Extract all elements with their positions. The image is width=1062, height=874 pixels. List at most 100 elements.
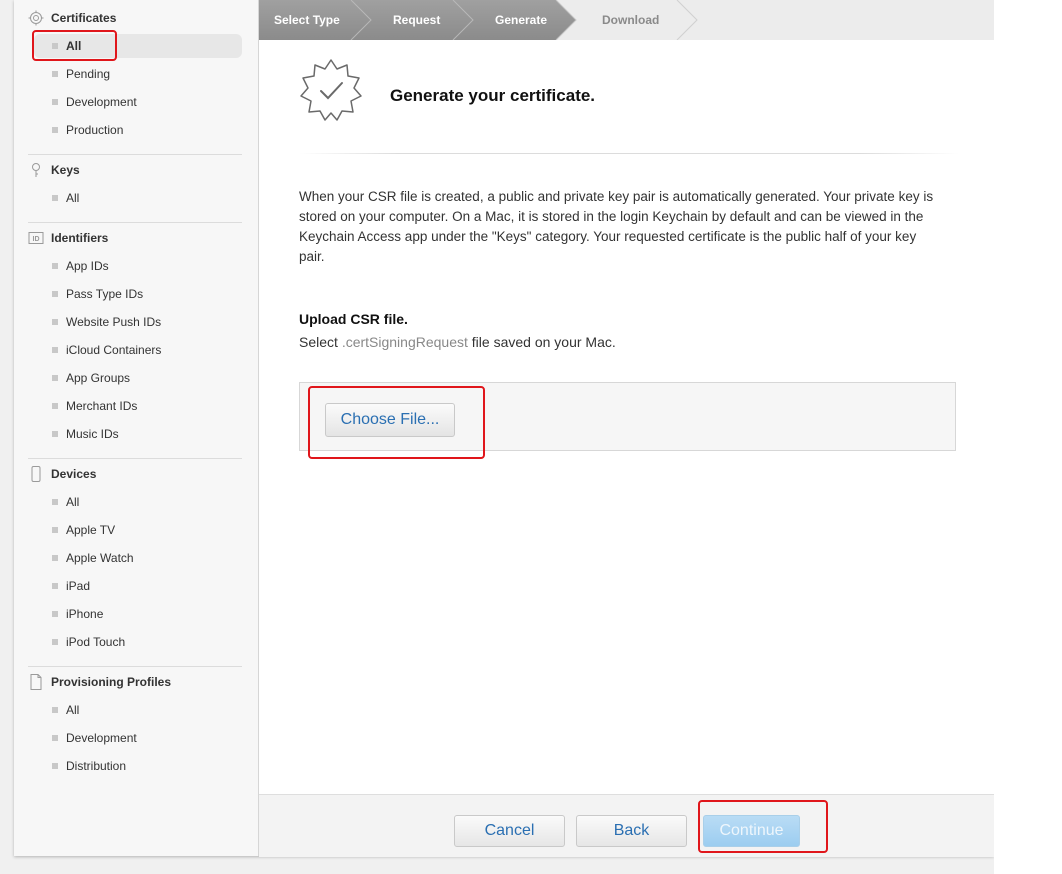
sidebar-item-label: Apple Watch: [66, 551, 134, 565]
sidebar-item-label: Website Push IDs: [66, 315, 162, 329]
section-title: Devices: [51, 467, 97, 481]
page-background: [994, 0, 1062, 874]
bullet-icon: [52, 611, 58, 617]
bullet-icon: [52, 195, 58, 201]
footer-bar: Cancel Back Continue: [259, 794, 994, 857]
back-button[interactable]: Back: [576, 815, 687, 847]
section-devices: Devices: [28, 464, 96, 484]
sidebar-item-ipad[interactable]: iPad: [34, 574, 242, 598]
sidebar-item-label: App IDs: [66, 259, 109, 273]
certificate-gear-icon: [28, 10, 44, 26]
sidebar-item-icloud-containers[interactable]: iCloud Containers: [34, 338, 242, 362]
sidebar-item-music-ids[interactable]: Music IDs: [34, 422, 242, 446]
section-title: Provisioning Profiles: [51, 675, 172, 689]
sidebar-item-profiles-all[interactable]: All: [34, 698, 242, 722]
step-request: Request: [393, 13, 441, 27]
bullet-icon: [52, 707, 58, 713]
section-divider: [28, 154, 242, 155]
sidebar-item-label: iPad: [66, 579, 91, 593]
page-title: Generate your certificate.: [390, 86, 596, 105]
bullet-icon: [52, 71, 58, 77]
section-divider: [28, 222, 242, 223]
bullet-icon: [52, 375, 58, 381]
section-title: Identifiers: [51, 231, 109, 245]
sidebar-item-profiles-distribution[interactable]: Distribution: [34, 754, 242, 778]
bullet-icon: [52, 555, 58, 561]
content-area: Generate your certificate. When your CSR…: [259, 40, 994, 794]
choose-file-button[interactable]: Choose File...: [325, 403, 455, 437]
sidebar-item-profiles-development[interactable]: Development: [34, 726, 242, 750]
description-text: When your CSR file is created, a public …: [299, 189, 934, 264]
sidebar-item-label: Apple TV: [66, 523, 116, 537]
bullet-icon: [52, 127, 58, 133]
sidebar-item-app-ids[interactable]: App IDs: [34, 254, 242, 278]
sidebar-item-app-groups[interactable]: App Groups: [34, 366, 242, 390]
bullet-icon: [52, 763, 58, 769]
sidebar-item-keys-all[interactable]: All: [34, 186, 242, 210]
sidebar-item-label: iPhone: [66, 607, 104, 621]
cancel-button[interactable]: Cancel: [454, 815, 565, 847]
section-certificates: Certificates: [28, 8, 116, 28]
upload-title: Upload CSR file.: [299, 311, 408, 327]
bullet-icon: [52, 639, 58, 645]
bullet-icon: [52, 735, 58, 741]
bullet-icon: [52, 527, 58, 533]
svg-text:ID: ID: [33, 236, 40, 243]
section-divider: [28, 666, 242, 667]
sidebar-item-certificates-all[interactable]: All: [34, 34, 242, 58]
sidebar-item-apple-watch[interactable]: Apple Watch: [34, 546, 242, 570]
sidebar-item-label: iCloud Containers: [66, 343, 162, 357]
bullet-icon: [52, 263, 58, 269]
upload-instructions: Select .certSigningRequest file saved on…: [299, 334, 616, 350]
sidebar-item-certificates-pending[interactable]: Pending: [34, 62, 242, 86]
section-title: Keys: [51, 163, 80, 177]
bullet-icon: [52, 99, 58, 105]
bullet-icon: [52, 43, 58, 49]
bullet-icon: [52, 431, 58, 437]
upload-suffix: file saved on your Mac.: [467, 334, 616, 350]
main-panel: Select Type Request Generate Download Ge…: [259, 0, 994, 857]
document-icon: [28, 674, 44, 690]
sidebar-item-label: Development: [66, 731, 137, 745]
bullet-icon: [52, 291, 58, 297]
section-divider: [28, 458, 242, 459]
bullet-icon: [52, 499, 58, 505]
sidebar-item-label: Pass Type IDs: [66, 287, 144, 301]
sidebar-item-website-push-ids[interactable]: Website Push IDs: [34, 310, 242, 334]
sidebar-item-pass-type-ids[interactable]: Pass Type IDs: [34, 282, 242, 306]
sidebar-item-label: All: [66, 495, 80, 509]
sidebar-item-label: Music IDs: [66, 427, 119, 441]
section-identifiers: ID Identifiers: [28, 228, 108, 248]
step-generate: Generate: [495, 13, 548, 27]
portal-window: Certificates All Pending Development Pro…: [14, 0, 994, 857]
sidebar-item-label: Distribution: [66, 759, 127, 773]
sidebar-item-label: Pending: [66, 67, 111, 81]
bullet-icon: [52, 403, 58, 409]
certificate-seal-icon: [299, 58, 363, 122]
sidebar-item-ipod-touch[interactable]: iPod Touch: [34, 630, 242, 654]
section-provisioning-profiles: Provisioning Profiles: [28, 672, 171, 692]
key-icon: [28, 162, 44, 178]
device-icon: [28, 466, 44, 482]
continue-button[interactable]: Continue: [703, 815, 800, 847]
sidebar-item-apple-tv[interactable]: Apple TV: [34, 518, 242, 542]
bullet-icon: [52, 347, 58, 353]
file-extension: .certSigningRequest: [341, 334, 468, 350]
sidebar-item-label: Development: [66, 95, 137, 109]
section-title: Certificates: [51, 11, 117, 25]
title-divider: [299, 153, 959, 154]
sidebar-item-label: App Groups: [66, 371, 131, 385]
sidebar-item-devices-all[interactable]: All: [34, 490, 242, 514]
upload-prefix: Select: [299, 334, 342, 350]
sidebar-item-iphone[interactable]: iPhone: [34, 602, 242, 626]
sidebar-item-merchant-ids[interactable]: Merchant IDs: [34, 394, 242, 418]
step-download: Download: [602, 13, 660, 27]
sidebar: Certificates All Pending Development Pro…: [14, 0, 259, 856]
sidebar-item-certificates-production[interactable]: Production: [34, 118, 242, 142]
bullet-icon: [52, 319, 58, 325]
sidebar-item-label: Merchant IDs: [66, 399, 138, 413]
sidebar-item-label: Production: [66, 123, 124, 137]
section-keys: Keys: [28, 160, 80, 180]
bullet-icon: [52, 583, 58, 589]
sidebar-item-certificates-development[interactable]: Development: [34, 90, 242, 114]
